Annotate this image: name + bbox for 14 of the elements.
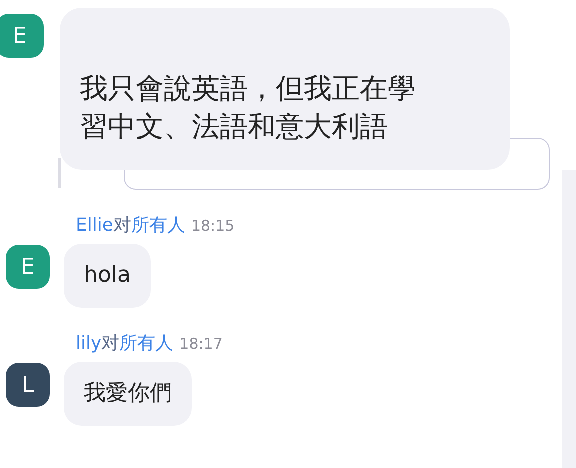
recipient-name: 所有人 (131, 214, 186, 238)
recipient-name: 所有人 (120, 332, 174, 356)
sender-name: lily (76, 332, 102, 356)
sender-name: Ellie (76, 214, 114, 238)
avatar: E (6, 245, 50, 289)
message-bubble: hola (64, 244, 151, 308)
avatar: L (6, 363, 50, 407)
to-label: 对 (113, 214, 132, 238)
message-time: 18:17 (180, 334, 223, 355)
avatar: E (0, 14, 44, 58)
message-time: 18:15 (191, 216, 235, 237)
to-label: 对 (102, 332, 120, 356)
message-bubble: 我愛你們 (64, 362, 192, 426)
message-bubble: 我只會說英語，但我正在學習中文、法語和意大利語 (60, 8, 510, 170)
